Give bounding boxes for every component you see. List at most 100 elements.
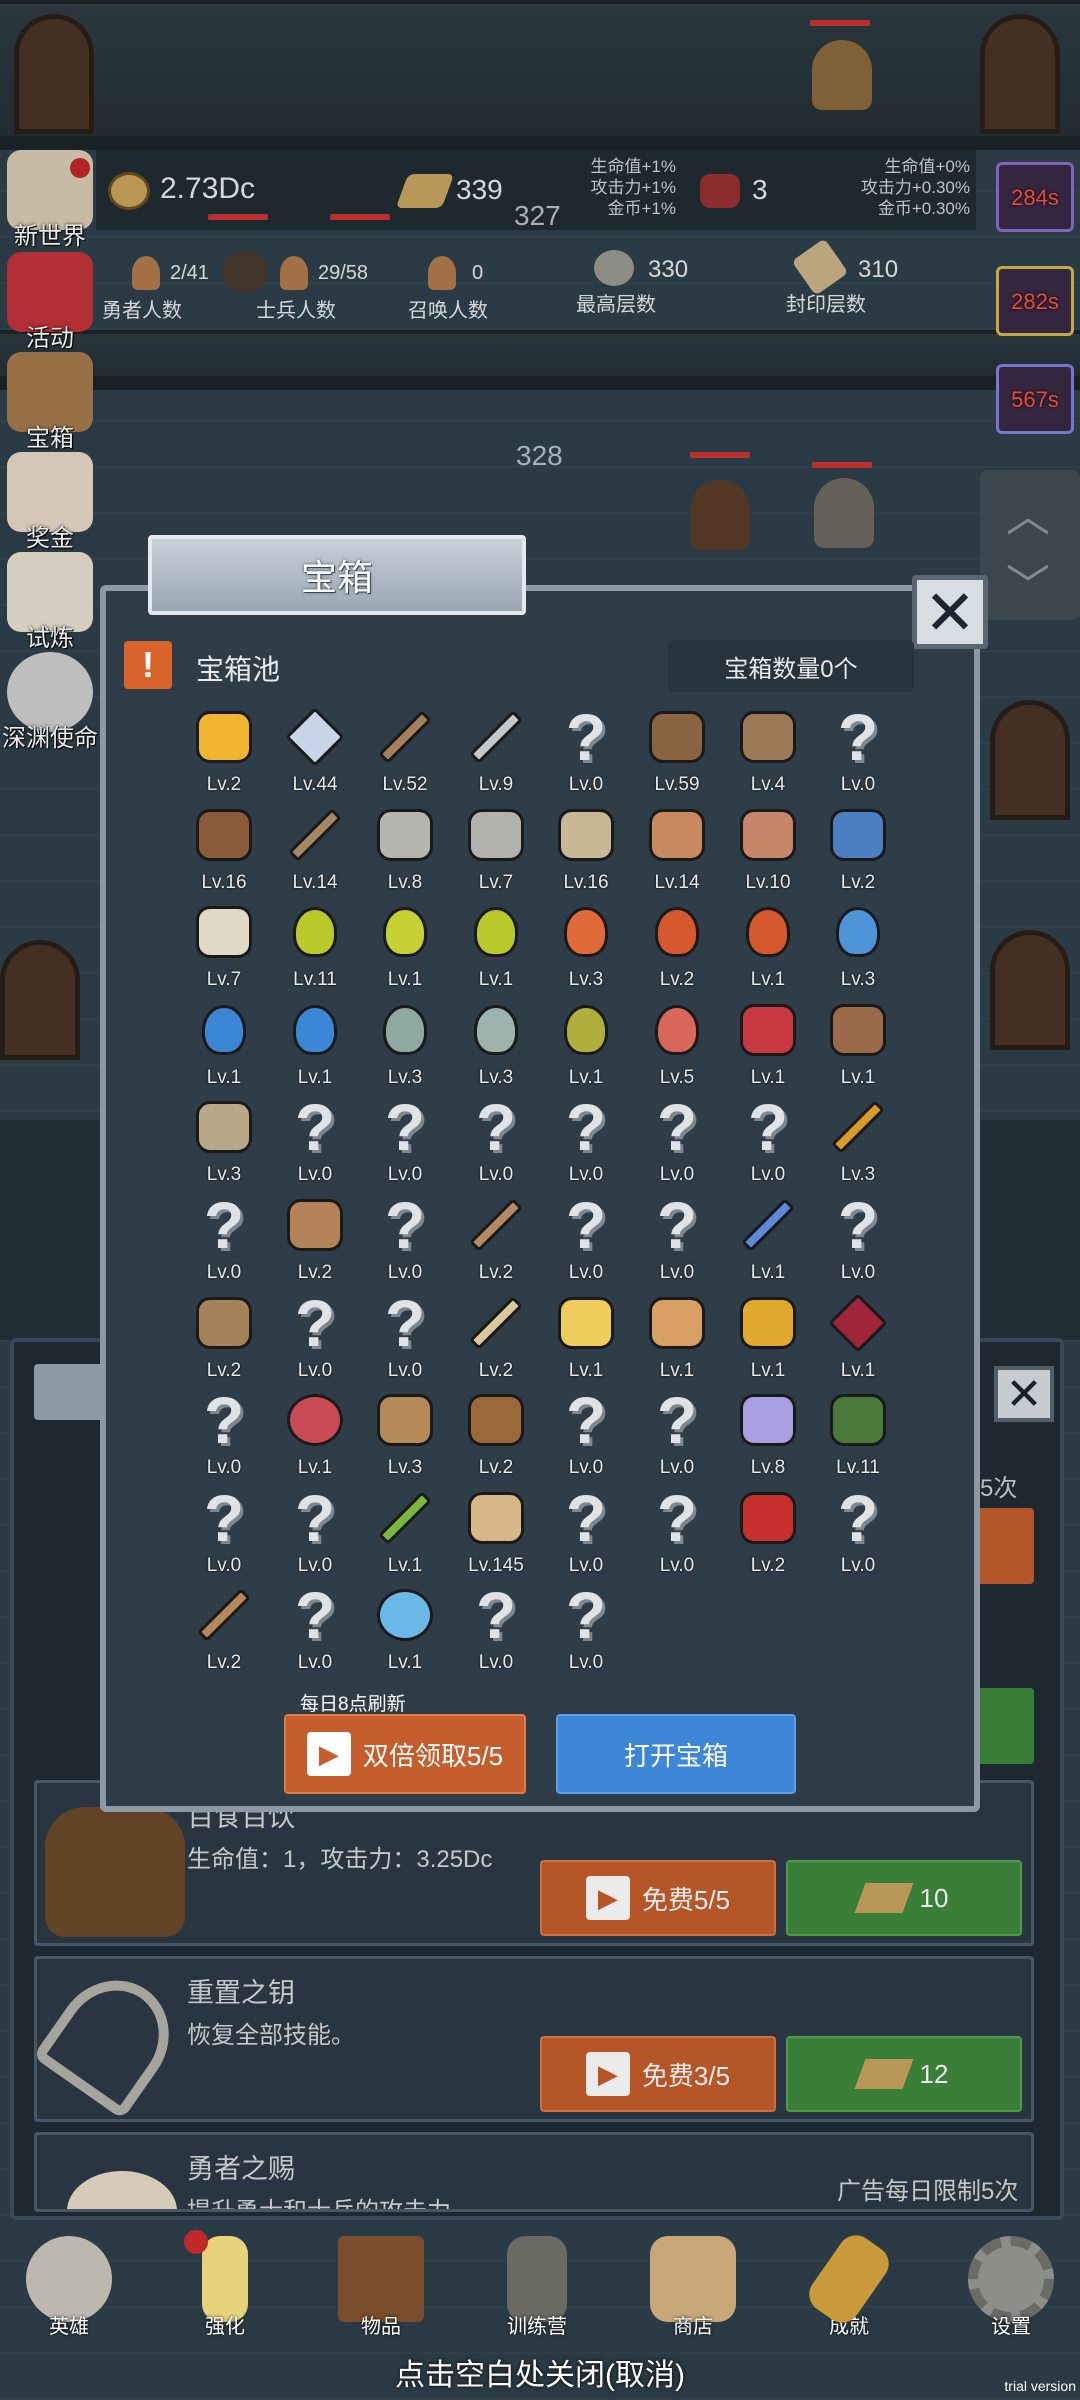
tap-to-close-hint[interactable]: 点击空白处关闭(取消) [0,2350,1080,2394]
pool-item[interactable]: Lv.14 [637,802,717,902]
nav-item-training[interactable]: 训练营 [482,2222,592,2339]
button-label: 打开宝箱 [623,1740,728,1771]
pool-item[interactable]: Lv.1 [728,899,808,999]
pool-item[interactable]: ? Lv.0 [546,1090,626,1194]
pool-item[interactable]: Lv.10 [728,802,808,902]
pool-item[interactable]: ? Lv.0 [637,1188,717,1292]
unknown-item-icon: ? [375,1286,435,1360]
pool-item[interactable]: Lv.1 [546,997,626,1097]
pool-item[interactable]: Lv.1 [184,997,264,1097]
nav-item-items[interactable]: 物品 [326,2222,436,2339]
pool-item[interactable]: Lv.2 [456,1192,536,1292]
item-level: Lv.2 [297,1262,333,1283]
pool-item[interactable]: Lv.16 [546,802,626,902]
pool-item[interactable]: ? Lv.0 [818,1188,898,1292]
unknown-item-icon: ? [375,1090,435,1164]
nav-item-enhance[interactable]: 强化 [170,2222,280,2339]
pool-item[interactable]: ? Lv.0 [365,1188,445,1292]
potion-shape [564,907,608,957]
pool-item[interactable]: Lv.9 [456,704,536,804]
pool-item[interactable]: Lv.3 [546,899,626,999]
pool-item[interactable]: Lv.8 [728,1387,808,1487]
bag-icon [828,804,888,866]
pool-item[interactable]: ? Lv.0 [275,1090,355,1194]
pool-item[interactable]: Lv.8 [365,802,445,902]
pool-item[interactable]: ? Lv.0 [456,1578,536,1682]
pool-item[interactable]: Lv.3 [818,1094,898,1194]
open-chest-button[interactable]: 打开宝箱 [556,1714,796,1794]
nav-item-settings[interactable]: 设置 [956,2222,1066,2339]
pool-item[interactable]: ? Lv.0 [365,1286,445,1390]
pool-item[interactable]: Lv.1 [728,997,808,1097]
pool-item[interactable]: ? Lv.0 [184,1481,264,1585]
pool-item[interactable]: Lv.1 [275,1387,355,1487]
nav-item-shop[interactable]: 商店 [638,2222,748,2339]
pool-item[interactable]: Lv.3 [365,1387,445,1487]
pool-item[interactable]: Lv.1 [365,899,445,999]
pool-item[interactable]: Lv.1 [728,1192,808,1292]
pool-item[interactable]: ? Lv.0 [546,1188,626,1292]
pool-item[interactable]: Lv.2 [728,1485,808,1585]
pool-item[interactable]: Lv.14 [275,802,355,902]
pool-item[interactable]: ? Lv.0 [184,1188,264,1292]
pool-item[interactable]: Lv.2 [456,1387,536,1487]
pool-item[interactable]: ? Lv.0 [818,1481,898,1585]
double-claim-button[interactable]: ▶ 双倍领取5/5 [284,1714,526,1794]
question-mark-icon: ? [294,1090,336,1164]
pool-item[interactable]: ? Lv.0 [546,1481,626,1585]
pool-item[interactable]: Lv.2 [184,1290,264,1390]
pool-item[interactable]: ? Lv.0 [546,1578,626,1682]
pool-item[interactable]: ? Lv.0 [637,1090,717,1194]
pool-item[interactable]: Lv.1 [275,997,355,1097]
pool-item[interactable]: Lv.3 [184,1094,264,1194]
pool-item[interactable]: Lv.1 [365,1582,445,1682]
pool-item[interactable]: Lv.11 [818,1387,898,1487]
pool-item[interactable]: Lv.3 [456,997,536,1097]
pool-item[interactable]: ? Lv.0 [184,1383,264,1487]
pool-item[interactable]: Lv.16 [184,802,264,902]
staff-shape [469,1198,523,1252]
pool-item[interactable]: ? Lv.0 [365,1090,445,1194]
pool-item[interactable]: ? Lv.0 [456,1090,536,1194]
pool-item[interactable]: ? Lv.0 [728,1090,808,1194]
pool-item[interactable]: ? Lv.0 [637,1481,717,1585]
pool-item[interactable]: ? Lv.0 [275,1578,355,1682]
pool-item[interactable]: ? Lv.0 [637,1383,717,1487]
pool-item[interactable]: Lv.4 [728,704,808,804]
pool-item[interactable]: Lv.3 [818,899,898,999]
close-icon[interactable]: ✕ [912,575,988,649]
pool-item[interactable]: ? Lv.0 [546,1383,626,1487]
pool-item[interactable]: Lv.1 [456,899,536,999]
pool-item[interactable]: Lv.59 [637,704,717,804]
pool-item[interactable]: Lv.2 [818,802,898,902]
pool-item[interactable]: Lv.44 [275,704,355,804]
pool-item[interactable]: ? Lv.0 [546,700,626,804]
pool-item[interactable]: Lv.1 [818,997,898,1097]
nav-item-heroes[interactable]: 英雄 [14,2222,124,2339]
pool-item[interactable]: Lv.52 [365,704,445,804]
pool-item[interactable]: Lv.2 [184,704,264,804]
dagger-shape [288,808,342,862]
pool-item[interactable]: Lv.1 [818,1290,898,1390]
pool-item[interactable]: Lv.1 [546,1290,626,1390]
pool-item[interactable]: Lv.1 [365,1485,445,1585]
pool-item[interactable]: ? Lv.0 [818,700,898,804]
pool-item[interactable]: Lv.2 [275,1192,355,1292]
pool-item[interactable]: Lv.2 [184,1582,264,1682]
pool-item[interactable]: Lv.145 [456,1485,536,1585]
potion-shape [474,907,518,957]
pool-item[interactable]: Lv.1 [728,1290,808,1390]
pool-item[interactable]: Lv.11 [275,899,355,999]
sword-icon [375,706,435,768]
nav-item-achievements[interactable]: 成就 [794,2222,904,2339]
pool-item[interactable]: ? Lv.0 [275,1481,355,1585]
pool-item[interactable]: Lv.3 [365,997,445,1097]
pool-item[interactable]: Lv.2 [637,899,717,999]
pool-item[interactable]: Lv.1 [637,1290,717,1390]
pool-item[interactable]: Lv.7 [456,802,536,902]
pool-item[interactable]: ? Lv.0 [275,1286,355,1390]
pool-item[interactable]: Lv.5 [637,997,717,1097]
item-level: Lv.0 [297,1164,333,1185]
pool-item[interactable]: Lv.2 [456,1290,536,1390]
pool-item[interactable]: Lv.7 [184,899,264,999]
